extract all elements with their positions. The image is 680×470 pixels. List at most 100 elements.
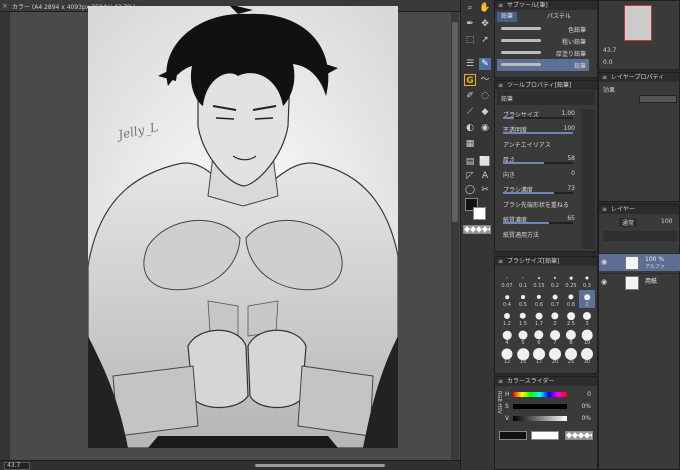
frame-icon[interactable]: ⬜ — [479, 156, 491, 168]
line-correct-icon[interactable]: ✂ — [479, 184, 491, 196]
panel-menu-icon[interactable]: ≡ — [498, 1, 503, 10]
brush-size-cell[interactable]: 0.1 — [515, 271, 531, 289]
brush-size-cell[interactable]: 0.3 — [579, 271, 595, 289]
g-icon[interactable]: G — [464, 74, 476, 86]
brush-size-cell[interactable]: 1.7 — [531, 309, 547, 327]
property-value[interactable]: 58 — [567, 155, 575, 162]
panel-menu-icon[interactable]: ≡ — [498, 257, 503, 266]
zoom-field[interactable]: 43.7 — [4, 462, 30, 470]
brush-size-cell[interactable]: 3 — [579, 309, 595, 327]
hue-strip[interactable] — [513, 392, 567, 397]
canvas-vertical-scrollbar[interactable] — [451, 12, 459, 460]
eye-icon[interactable]: ◉ — [601, 278, 607, 286]
eyedropper-icon[interactable]: ⟋ — [464, 106, 476, 118]
layer-opacity[interactable]: 100 — [661, 218, 672, 225]
brush-size-cell[interactable]: 0.8 — [563, 290, 579, 308]
property-value[interactable]: 73 — [567, 185, 575, 192]
slider-main-color[interactable] — [499, 431, 527, 440]
select-icon[interactable]: ⬚ — [464, 34, 476, 46]
subtool-item[interactable]: 色鉛筆 — [497, 23, 589, 35]
value-strip[interactable] — [513, 416, 567, 421]
lasso-icon[interactable]: ◌ — [479, 90, 491, 102]
brush-size-cell[interactable]: 5 — [515, 328, 531, 346]
text-icon[interactable]: A — [479, 170, 491, 182]
move-icon[interactable]: ✥ — [479, 18, 491, 30]
subtool-item[interactable]: 粗い鉛筆 — [497, 35, 589, 47]
brush-size-cell[interactable]: 17 — [531, 347, 547, 365]
brush-size-cell[interactable]: 0.4 — [499, 290, 515, 308]
brush-size-cell[interactable]: 0.2 — [547, 271, 563, 289]
scroll-thumb[interactable] — [452, 22, 458, 222]
menu-icon[interactable]: ☰ — [464, 58, 476, 70]
property-row[interactable]: 向き 0 — [497, 169, 577, 179]
property-row[interactable]: 紙質適用方法 — [497, 229, 577, 239]
sub-color-swatch[interactable] — [473, 207, 486, 220]
brush-size-cell[interactable]: 0.25 — [563, 271, 579, 289]
hue-slider[interactable]: H 0 — [505, 391, 591, 399]
brush-size-cell[interactable]: 30 — [579, 347, 595, 365]
property-row[interactable]: ブラシ濃度 73 — [497, 184, 577, 194]
property-value[interactable]: 65 — [567, 215, 575, 222]
tab-pastel[interactable]: パステル — [543, 12, 575, 22]
transparent-color-swatch[interactable] — [463, 225, 491, 234]
airbrush-icon[interactable]: ✐ — [464, 90, 476, 102]
property-row[interactable]: 紙質濃度 65 — [497, 214, 577, 224]
layer-row[interactable]: ◉ 用紙 — [599, 273, 680, 291]
zoom-icon[interactable]: ⌕ — [464, 2, 476, 14]
property-side-buttons[interactable] — [581, 109, 595, 249]
eraser-icon[interactable]: ◆ — [479, 106, 491, 118]
property-value[interactable]: 1.00 — [562, 110, 575, 117]
brush-size-cell[interactable]: 0.5 — [515, 290, 531, 308]
navigator-preview[interactable] — [624, 5, 652, 41]
gradient-icon[interactable]: ▦ — [464, 138, 476, 150]
blend-icon[interactable]: ◉ — [479, 122, 491, 134]
property-value[interactable]: 0 — [571, 170, 575, 177]
saturation-strip[interactable] — [513, 404, 567, 409]
property-row[interactable]: ブラシサイズ 1.00 — [497, 109, 577, 119]
brush-size-cell[interactable]: 0.15 — [531, 271, 547, 289]
property-slider[interactable] — [503, 222, 573, 224]
value-slider[interactable]: V 0% — [505, 415, 591, 423]
property-row[interactable]: 厚さ 58 — [497, 154, 577, 164]
brush-size-cell[interactable]: 7 — [547, 328, 563, 346]
pencil-icon[interactable]: ✎ — [479, 58, 491, 70]
pen-icon[interactable]: ✒ — [464, 18, 476, 30]
property-slider[interactable] — [503, 117, 573, 119]
brush-size-cell[interactable]: 1 — [579, 290, 595, 308]
brush-size-cell[interactable]: 6 — [531, 328, 547, 346]
brush-size-cell[interactable]: 2.5 — [563, 309, 579, 327]
figure-icon[interactable]: ▤ — [464, 156, 476, 168]
blend-mode-select[interactable]: 通常 — [619, 218, 638, 227]
property-row[interactable]: アンチエイリアス — [497, 139, 577, 149]
fill-icon[interactable]: ◐ — [464, 122, 476, 134]
property-slider[interactable] — [503, 132, 573, 134]
layer-move-icon[interactable]: ➚ — [479, 34, 491, 46]
brush-size-cell[interactable]: 0.07 — [499, 271, 515, 289]
brush-size-cell[interactable]: 1.2 — [499, 309, 515, 327]
panel-menu-icon[interactable]: ≡ — [602, 73, 607, 82]
brush-size-cell[interactable]: 0.6 — [531, 290, 547, 308]
brush-size-cell[interactable]: 1.5 — [515, 309, 531, 327]
navigator-zoom[interactable]: 43.7 — [603, 47, 616, 54]
brush-icon[interactable]: 〜 — [479, 74, 491, 86]
balloon-icon[interactable]: ◯ — [464, 184, 476, 196]
brush-size-cell[interactable]: 20 — [547, 347, 563, 365]
close-tab-icon[interactable]: × — [2, 2, 10, 10]
saturation-slider[interactable]: S 0% — [505, 403, 591, 411]
property-row[interactable]: 不透明度 100 — [497, 124, 577, 134]
property-slider[interactable] — [503, 192, 573, 194]
panel-menu-icon[interactable]: ≡ — [498, 377, 503, 386]
color-mode-labels[interactable]: RGB HSV — [496, 391, 502, 414]
property-slider[interactable] — [503, 162, 573, 164]
eye-icon[interactable]: ◉ — [601, 258, 607, 266]
subtool-item-selected[interactable]: 鉛筆 — [497, 59, 589, 71]
slider-sub-color[interactable] — [531, 431, 559, 440]
layer-toolbar[interactable] — [603, 231, 677, 241]
panel-menu-icon[interactable]: ≡ — [498, 81, 503, 90]
brush-size-cell[interactable]: 15 — [515, 347, 531, 365]
brush-size-cell[interactable]: 8 — [563, 328, 579, 346]
brush-size-cell[interactable]: 12 — [499, 347, 515, 365]
brush-size-cell[interactable]: 2 — [547, 309, 563, 327]
hand-icon[interactable]: ✋ — [479, 2, 491, 14]
horizontal-scroll-thumb[interactable] — [255, 464, 385, 467]
